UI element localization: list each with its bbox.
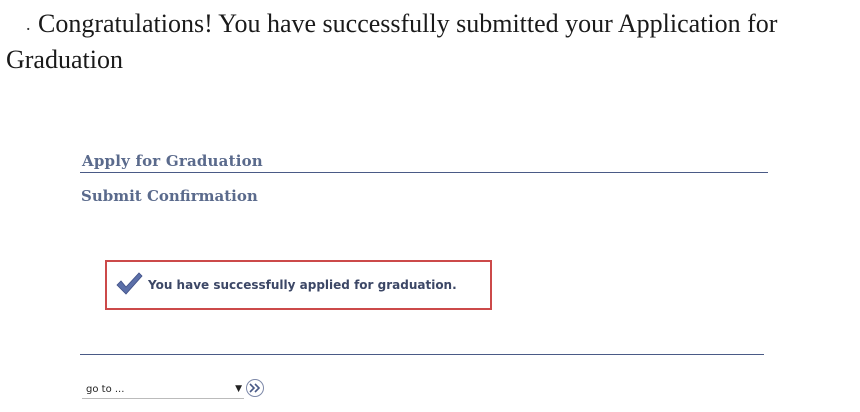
confirmation-box: You have successfully applied for gradua… (105, 260, 492, 310)
double-chevron-right-icon (249, 383, 261, 393)
goto-select[interactable]: go to ... ▼ (82, 380, 244, 399)
confirmation-message: You have successfully applied for gradua… (148, 278, 457, 292)
goto-button[interactable] (246, 379, 264, 397)
caret-down-icon: ▼ (235, 384, 242, 394)
title-divider (80, 172, 768, 173)
page-subtitle: Submit Confirmation (81, 187, 258, 205)
page-title: Apply for Graduation (82, 152, 263, 170)
footer-divider (80, 354, 764, 355)
congratulations-message: . Congratulations! You have successfully … (6, 6, 854, 78)
checkmark-icon (116, 272, 143, 295)
bullet-dot: . (26, 14, 31, 34)
goto-select-label: go to ... (86, 383, 125, 395)
congratulations-text: Congratulations! You have successfully s… (6, 9, 778, 74)
